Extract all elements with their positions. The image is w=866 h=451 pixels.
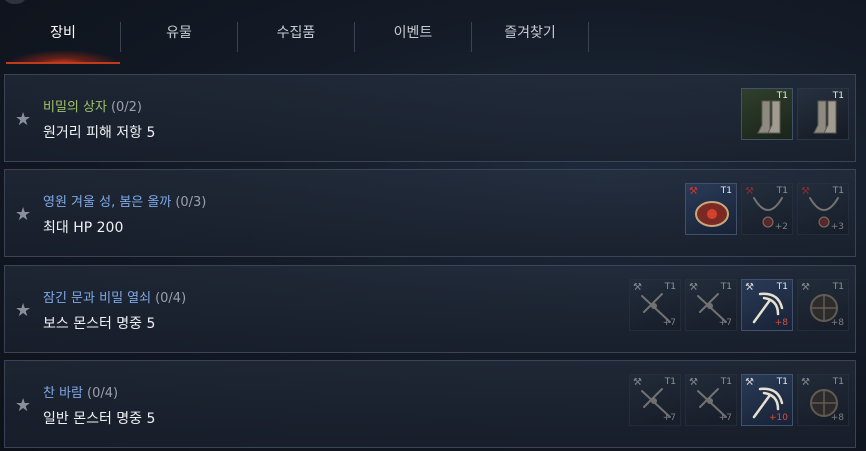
collection-item-slots: ⚒ T1 +7 ⚒ T1 +7 ⚒ T1 +8 ⚒ T1 +8: [629, 279, 849, 331]
item-enhance-level: +8: [774, 318, 788, 328]
tab-divider: [588, 22, 589, 52]
item-enhance-level: +7: [718, 318, 732, 328]
item-enhance-level: +10: [769, 413, 788, 423]
item-tier-label: T1: [832, 377, 844, 387]
item-slot[interactable]: ⚒ T1 +3: [797, 183, 849, 235]
item-slot[interactable]: ⚒ T1 +8: [797, 374, 849, 426]
collection-title: 찬 바람 (0/4): [43, 382, 118, 401]
craftable-icon: ⚒: [689, 377, 698, 388]
item-tier-label: T1: [776, 91, 788, 101]
item-slot[interactable]: ⚒ T1 +7: [629, 279, 681, 331]
favorite-star-icon[interactable]: ★: [15, 204, 31, 225]
item-tier-label: T1: [664, 377, 676, 387]
item-slot[interactable]: ⚒ T1 +2: [741, 183, 793, 235]
collection-row[interactable]: ★ 비밀의 상자 (0/2) 원거리 피해 저항 5 T1 T1: [4, 74, 856, 162]
item-enhance-level: +2: [774, 222, 788, 232]
item-tier-label: T1: [832, 186, 844, 196]
craftable-icon: ⚒: [689, 186, 698, 197]
collection-progress: (0/3): [175, 195, 207, 210]
item-enhance-level: +8: [830, 318, 844, 328]
collection-row[interactable]: ★ 찬 바람 (0/4) 일반 몬스터 명중 5 ⚒ T1 +7 ⚒ T1 +7 ⚒ T1 +10 ⚒ T1…: [4, 360, 856, 448]
item-slot[interactable]: ⚒ T1 +7: [685, 374, 737, 426]
gauntlet-icon: [695, 201, 729, 227]
item-tier-label: T1: [720, 282, 732, 292]
item-enhance-level: +7: [662, 413, 676, 423]
collection-item-slots: T1 T1: [741, 88, 849, 140]
craftable-icon: ⚒: [633, 282, 642, 293]
collection-row[interactable]: ★ 잠긴 문과 비밀 열쇠 (0/4) 보스 몬스터 명중 5 ⚒ T1 +7 ⚒ T1 +7 ⚒ T…: [4, 265, 856, 353]
collection-item-slots: ⚒ T1 +7 ⚒ T1 +7 ⚒ T1 +10 ⚒ T1 +8: [629, 374, 849, 426]
craftable-icon: ⚒: [633, 377, 642, 388]
category-tab-bar: 장비 유물 수집품 이벤트 즐겨찾기: [0, 0, 866, 66]
tab-favorites[interactable]: 즐겨찾기: [472, 0, 588, 64]
collection-name: 잠긴 문과 비밀 열쇠: [43, 291, 152, 306]
item-slot[interactable]: T1: [797, 88, 849, 140]
favorite-star-icon[interactable]: ★: [15, 109, 31, 130]
collection-name: 영원 겨울 성, 봄은 올까: [43, 195, 172, 210]
collection-name: 찬 바람: [43, 386, 84, 401]
collection-progress: (0/2): [110, 100, 143, 115]
favorite-star-icon[interactable]: ★: [15, 300, 31, 321]
craftable-icon: ⚒: [689, 282, 698, 293]
tab-equipment[interactable]: 장비: [6, 0, 120, 64]
item-slot[interactable]: ⚒ T1: [685, 183, 737, 235]
collection-stat-bonus: 원거리 피해 저항 5: [43, 125, 156, 141]
tab-events[interactable]: 이벤트: [355, 0, 471, 64]
collection-progress: (0/4): [87, 386, 119, 401]
collection-row[interactable]: ★ 영원 겨울 성, 봄은 올까 (0/3) 최대 HP 200 ⚒ T1 ⚒ T1 +2 ⚒ T1…: [4, 169, 856, 257]
item-tier-label: T1: [776, 282, 788, 292]
collection-progress: (0/4): [155, 291, 187, 306]
item-slot[interactable]: ⚒ T1 +7: [685, 279, 737, 331]
item-enhance-level: +3: [830, 222, 844, 232]
item-tier-label: T1: [776, 186, 788, 196]
collection-item-slots: ⚒ T1 ⚒ T1 +2 ⚒ T1 +3: [685, 183, 849, 235]
item-tier-label: T1: [720, 186, 732, 196]
collection-stat-bonus: 일반 몬스터 명중 5: [43, 411, 156, 427]
tab-relics[interactable]: 유물: [121, 0, 237, 64]
item-slot[interactable]: ⚒ T1 +8: [797, 279, 849, 331]
item-slot[interactable]: ⚒ T1 +8: [741, 279, 793, 331]
item-slot[interactable]: ⚒ T1 +7: [629, 374, 681, 426]
craftable-icon: ⚒: [801, 282, 810, 293]
tab-collectibles[interactable]: 수집품: [238, 0, 354, 64]
favorite-star-icon[interactable]: ★: [15, 395, 31, 416]
item-tier-label: T1: [664, 282, 676, 292]
boots-icon: [813, 100, 837, 134]
item-enhance-level: +7: [662, 318, 676, 328]
craftable-icon: ⚒: [745, 282, 754, 293]
craftable-icon: ⚒: [745, 186, 754, 197]
item-tier-label: T1: [776, 377, 788, 387]
item-tier-label: T1: [832, 91, 844, 101]
item-slot[interactable]: ⚒ T1 +10: [741, 374, 793, 426]
collection-title: 영원 겨울 성, 봄은 올까 (0/3): [43, 191, 206, 210]
collection-stat-bonus: 최대 HP 200: [43, 220, 124, 236]
craftable-icon: ⚒: [801, 186, 810, 197]
item-slot[interactable]: T1: [741, 88, 793, 140]
collection-name: 비밀의 상자: [43, 100, 107, 115]
item-tier-label: T1: [832, 282, 844, 292]
collection-stat-bonus: 보스 몬스터 명중 5: [43, 316, 156, 332]
boots-icon: [757, 100, 781, 134]
item-tier-label: T1: [720, 377, 732, 387]
collection-title: 잠긴 문과 비밀 열쇠 (0/4): [43, 287, 186, 306]
collection-title: 비밀의 상자 (0/2): [43, 96, 142, 115]
item-enhance-level: +8: [830, 413, 844, 423]
item-enhance-level: +7: [718, 413, 732, 423]
craftable-icon: ⚒: [745, 377, 754, 388]
craftable-icon: ⚒: [801, 377, 810, 388]
